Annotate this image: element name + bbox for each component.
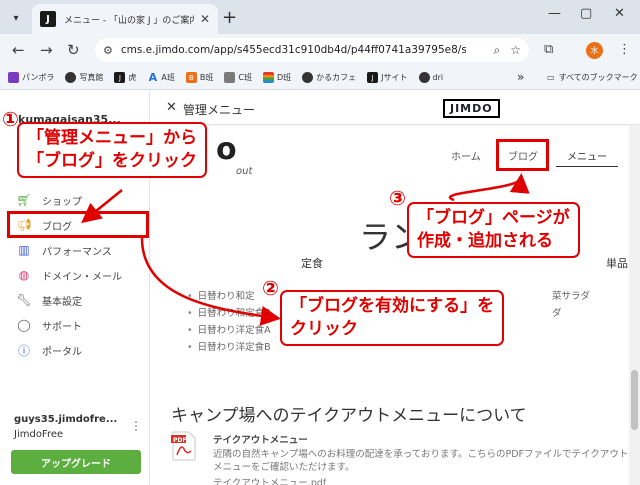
reload-icon[interactable]: ↻ bbox=[67, 41, 80, 59]
globe-icon bbox=[418, 72, 430, 83]
upgrade-button[interactable]: アップグレード bbox=[11, 450, 141, 474]
site-logo-sub: out bbox=[236, 166, 253, 177]
help-icon: ⓘ bbox=[17, 343, 30, 358]
a-letter-icon: A bbox=[148, 71, 158, 84]
bookmarks-bar: パンポラ 写真館 J虎 A A班 B B班 C班 D班 かるカフェ J Jサイト dr… bbox=[0, 66, 640, 90]
sidebar-item-shop[interactable]: 🛒︎ ショップ bbox=[16, 189, 82, 211]
admin-menu-title: 管理メニュー bbox=[183, 103, 256, 117]
more-bookmarks-icon[interactable]: » bbox=[517, 70, 524, 84]
bookmark-item[interactable]: かるカフェ bbox=[302, 72, 356, 83]
pdf-file-link[interactable]: テイクアウトメニュー.pdf bbox=[213, 475, 326, 485]
highlight-blog-sidebar bbox=[7, 211, 149, 238]
step3-number: ③ bbox=[389, 186, 406, 210]
new-tab-icon[interactable]: + bbox=[222, 7, 237, 28]
sidebar-item-support[interactable]: ◯ サポート bbox=[16, 314, 82, 336]
site-logo: o bbox=[216, 132, 237, 167]
jimdo-logo: JIMDO bbox=[443, 99, 500, 118]
main-area: ✕ 管理メニュー JIMDO o out ホーム ブログ メニュー ラン 定食 … bbox=[151, 91, 640, 485]
image-icon bbox=[224, 72, 236, 83]
browser-menu-icon[interactable]: ⋮ bbox=[618, 42, 631, 57]
callout-step2: 「ブログを有効にする」を クリック bbox=[280, 290, 505, 346]
tab-title: メニュー - 「山の家 J 」のご案内 bbox=[64, 15, 194, 26]
jimdo-favicon-icon: J bbox=[40, 11, 56, 27]
wrench-icon: 🔧︎ bbox=[16, 293, 32, 307]
close-admin-icon[interactable]: ✕ bbox=[166, 100, 177, 115]
plan-name: JimdoFree bbox=[14, 429, 64, 440]
bookmark-item[interactable]: C班 bbox=[224, 72, 252, 83]
bookmark-item[interactable]: J虎 bbox=[114, 72, 136, 83]
j-icon: J bbox=[114, 72, 126, 83]
sidebar-item-domain-mail[interactable]: ◍ ドメイン・メール bbox=[16, 264, 122, 286]
scrollbar-thumb[interactable] bbox=[631, 370, 638, 430]
list-item: ダ bbox=[552, 308, 562, 319]
folder-icon: ▭ bbox=[547, 73, 555, 82]
pdf-icon[interactable]: PDF bbox=[171, 431, 197, 461]
all-bookmarks[interactable]: ▭ すべてのブックマーク bbox=[547, 72, 638, 83]
address-bar[interactable]: ⚙ cms.e.jimdo.com/app/s455ecd31c910db4d/… bbox=[95, 38, 529, 62]
sidebar-item-portal[interactable]: ⓘ ポータル bbox=[16, 339, 82, 361]
site-name: guys35.jimdofre... bbox=[14, 414, 118, 425]
forward-arrow-icon[interactable]: → bbox=[40, 41, 53, 59]
pride-flag-icon bbox=[262, 72, 274, 83]
bookmark-item[interactable]: 写真館 bbox=[65, 72, 103, 83]
cart-icon: 🛒︎ bbox=[16, 193, 32, 207]
j-icon: J bbox=[367, 72, 379, 83]
pdf-title[interactable]: テイクアウトメニュー bbox=[213, 432, 308, 446]
bookmark-star-icon[interactable]: ☆ bbox=[510, 43, 521, 58]
svg-text:PDF: PDF bbox=[173, 437, 186, 444]
sidebar-item-settings[interactable]: 🔧︎ 基本設定 bbox=[16, 289, 82, 311]
preview-scrollbar[interactable] bbox=[629, 126, 640, 485]
browser-toolbar: ← → ↻ ⚙ cms.e.jimdo.com/app/s455ecd31c91… bbox=[0, 34, 640, 66]
tab-search-icon[interactable]: ▾ bbox=[8, 10, 24, 26]
bar-chart-icon: ▥ bbox=[18, 243, 30, 257]
window-close-icon[interactable]: ✕ bbox=[614, 6, 625, 21]
column-heading-single: 単品 bbox=[606, 257, 628, 270]
list-item: 日替わり和定 bbox=[187, 288, 271, 305]
bookmark-item[interactable]: J Jサイト bbox=[367, 72, 408, 83]
set-menu-list: 日替わり和定 日替わり和定食B 日替わり洋定食A 日替わり洋定食B bbox=[187, 288, 271, 356]
extensions-icon[interactable]: ⧉ bbox=[544, 42, 553, 57]
pdf-description: 近隣の自然キャンプ場へのお料理の配達を承っております。こちらのPDFファイルでテ… bbox=[213, 449, 629, 473]
url-text[interactable]: cms.e.jimdo.com/app/s455ecd31c910db4d/p4… bbox=[121, 44, 466, 56]
browser-tab[interactable]: J メニュー - 「山の家 J 」のご案内 ✕ bbox=[32, 4, 218, 34]
column-heading-set: 定食 bbox=[301, 257, 323, 270]
tab-close-icon[interactable]: ✕ bbox=[200, 12, 210, 26]
site-options-icon[interactable]: ⋮ bbox=[130, 419, 142, 433]
highlight-blog-nav bbox=[496, 139, 549, 171]
nav-home[interactable]: ホーム bbox=[451, 148, 481, 163]
list-item: 日替わり洋定食A bbox=[187, 322, 271, 339]
single-menu-list: 菜サラダ ダ bbox=[552, 288, 590, 322]
minimize-icon[interactable]: — bbox=[548, 6, 561, 21]
list-item: 日替わり洋定食B bbox=[187, 339, 271, 356]
list-item: 菜サラダ bbox=[552, 291, 591, 302]
bookmark-item[interactable]: dri bbox=[418, 72, 443, 83]
list-item: 日替わり和定食B bbox=[187, 305, 271, 322]
bookmark-item[interactable]: B B班 bbox=[185, 72, 213, 83]
back-arrow-icon[interactable]: ← bbox=[12, 41, 25, 59]
site-settings-icon[interactable]: ⚙ bbox=[103, 44, 113, 57]
callout-step3: 「ブログ」ページが 作成・追加される bbox=[407, 202, 580, 258]
takeout-heading: キャンプ場へのテイクアウトメニューについて bbox=[171, 406, 527, 426]
bookmark-item[interactable]: パンポラ bbox=[8, 72, 54, 83]
profile-avatar[interactable]: 水 bbox=[586, 42, 603, 59]
chat-icon: ◯ bbox=[17, 318, 31, 332]
nav-menu[interactable]: メニュー bbox=[567, 148, 607, 163]
firefox-icon bbox=[8, 72, 19, 83]
globe-icon: ◍ bbox=[18, 268, 30, 282]
tab-strip: ▾ J メニュー - 「山の家 J 」のご案内 ✕ + — ▢ ✕ bbox=[0, 0, 640, 34]
maximize-icon[interactable]: ▢ bbox=[580, 6, 592, 21]
globe-icon bbox=[302, 72, 314, 83]
globe-icon bbox=[65, 72, 77, 83]
zoom-icon[interactable]: ⌕ bbox=[494, 43, 501, 58]
admin-menu-bar: ✕ 管理メニュー JIMDO bbox=[151, 91, 640, 125]
b-letter-icon: B bbox=[185, 72, 197, 83]
bookmark-item[interactable]: D班 bbox=[262, 72, 291, 83]
sidebar-item-performance[interactable]: ▥ パフォーマンス bbox=[16, 239, 111, 261]
callout-step1: 「管理メニュー」から 「ブログ」をクリック bbox=[17, 122, 207, 178]
bookmark-item[interactable]: A A班 bbox=[147, 71, 175, 84]
step2-number: ② bbox=[262, 276, 279, 300]
active-nav-underline bbox=[556, 166, 618, 167]
